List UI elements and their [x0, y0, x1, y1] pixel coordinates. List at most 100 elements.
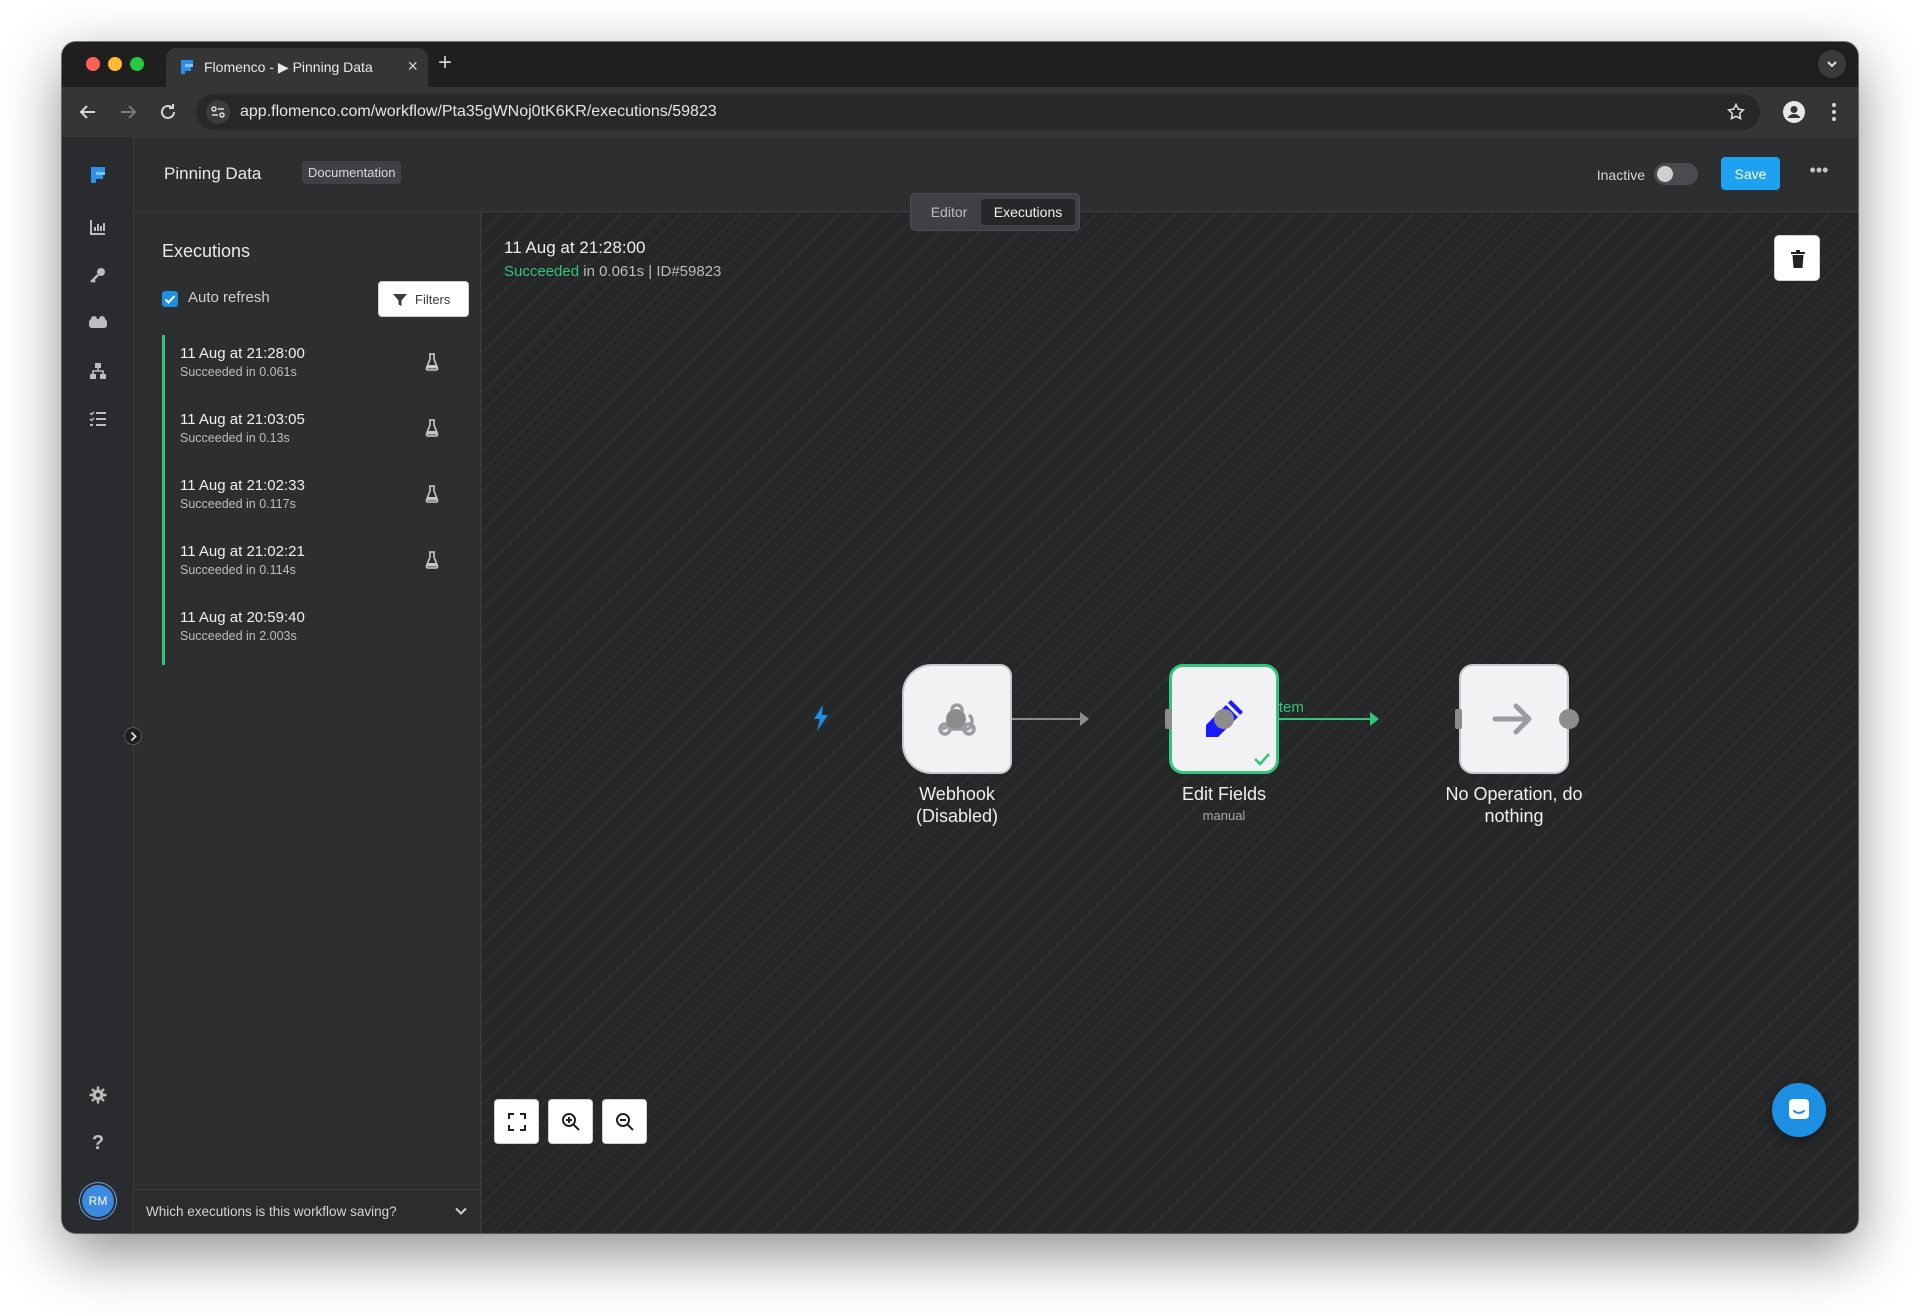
nodes-icon[interactable] [86, 359, 110, 383]
check-icon [164, 295, 176, 304]
connection-arrow [1080, 712, 1089, 726]
more-options-icon[interactable]: ••• [1808, 161, 1830, 183]
auto-refresh-checkbox[interactable] [162, 291, 178, 307]
execution-list-item[interactable]: 11 Aug at 20:59:40 Succeeded in 2.003s [165, 599, 461, 665]
node-label: Webhook [919, 784, 995, 804]
execution-list-item[interactable]: 11 Aug at 21:02:21 Succeeded in 0.114s [165, 533, 461, 599]
execution-status: Succeeded in 0.117s [180, 497, 296, 511]
reload-icon[interactable] [156, 100, 180, 124]
execution-status-text: Succeeded [504, 263, 580, 280]
tab-editor[interactable]: Editor [919, 199, 979, 225]
executions-panel: Executions Auto refresh Filters 11 Aug a… [134, 213, 481, 1233]
tab-strip: Flomenco - ▶ Pinning Data × + [62, 42, 1858, 87]
toggle-knob [1657, 166, 1673, 182]
zoom-in-button[interactable] [548, 1099, 593, 1144]
main-sidebar: ? RM [62, 137, 134, 1233]
tab-title: Flomenco - ▶ Pinning Data [204, 59, 373, 75]
node-subtitle: manual [1202, 808, 1246, 823]
tab-executions[interactable]: Executions [981, 199, 1075, 225]
node-input-port[interactable] [1455, 709, 1462, 729]
flask-icon[interactable] [425, 419, 439, 437]
chart-icon[interactable] [86, 215, 110, 239]
node-no-operation[interactable] [1459, 664, 1569, 774]
chevron-down-icon [455, 1207, 467, 1215]
key-icon[interactable] [86, 263, 110, 287]
workflow-tag[interactable]: Documentation [302, 161, 402, 184]
auto-refresh-label[interactable]: Auto refresh [188, 289, 270, 306]
forward-arrow-icon[interactable] [116, 100, 140, 124]
node-output-port[interactable] [946, 709, 966, 729]
node-label: No Operation, do [1445, 784, 1583, 804]
execution-time: 11 Aug at 21:02:33 [180, 477, 305, 494]
address-bar[interactable]: app.flomenco.com/workflow/Pta35gWNoj0tK6… [196, 94, 1760, 130]
node-output-port[interactable] [1214, 709, 1234, 729]
community-icon[interactable] [86, 311, 110, 335]
back-arrow-icon[interactable] [76, 100, 100, 124]
node-label: Edit Fields [1181, 784, 1267, 804]
execution-time: 11 Aug at 20:59:40 [180, 609, 305, 626]
chevron-down-icon [1827, 61, 1837, 68]
active-status-label: Inactive [1596, 167, 1645, 183]
logo-icon[interactable] [86, 163, 110, 187]
maximize-window-button[interactable] [130, 57, 144, 71]
filters-label: Filters [415, 292, 451, 307]
zoom-in-icon [562, 1113, 580, 1131]
execution-time: 11 Aug at 21:28:00 [180, 345, 305, 362]
bookmark-star-icon[interactable] [1726, 102, 1746, 122]
success-check-icon [1254, 753, 1270, 766]
node-label: nothing [1484, 806, 1544, 826]
active-toggle[interactable] [1654, 163, 1698, 185]
execution-list-item[interactable]: 11 Aug at 21:28:00 Succeeded in 0.061s [165, 335, 461, 401]
node-input-port[interactable] [1165, 709, 1172, 729]
execution-detail-text: in 0.061s | ID#59823 [579, 263, 722, 280]
execution-list-item[interactable]: 11 Aug at 21:02:33 Succeeded in 0.117s [165, 467, 461, 533]
execution-title: 11 Aug at 21:28:00 [504, 238, 646, 257]
browser-menu-icon[interactable] [1826, 100, 1842, 124]
minimize-window-button[interactable] [108, 57, 122, 71]
chat-support-button[interactable] [1772, 1083, 1826, 1137]
save-button[interactable]: Save [1721, 157, 1780, 190]
execution-status: Succeeded in 0.061s [180, 365, 297, 379]
new-tab-button[interactable]: + [438, 49, 452, 77]
arrow-right-icon [1492, 703, 1532, 735]
execution-summary: Succeeded in 0.061s | ID#59823 [504, 263, 721, 280]
flask-icon[interactable] [425, 551, 439, 569]
fit-view-button[interactable] [494, 1099, 539, 1144]
flask-icon[interactable] [425, 485, 439, 503]
gear-icon[interactable] [86, 1083, 110, 1107]
profile-icon[interactable] [1782, 100, 1806, 124]
execution-list-item[interactable]: 11 Aug at 21:03:05 Succeeded in 0.13s [165, 401, 461, 467]
help-icon[interactable]: ? [86, 1131, 110, 1155]
saving-settings-accordion[interactable]: Which executions is this workflow saving… [134, 1189, 480, 1233]
fullscreen-icon [508, 1113, 526, 1131]
workflow-name[interactable]: Pinning Data [164, 164, 261, 184]
chat-icon [1789, 1099, 1809, 1119]
flask-icon[interactable] [425, 353, 439, 371]
tab-search-button[interactable] [1818, 50, 1846, 78]
saving-settings-question: Which executions is this workflow saving… [146, 1204, 397, 1219]
delete-execution-button[interactable] [1774, 235, 1820, 281]
view-switcher: Editor Executions [910, 193, 1080, 231]
browser-toolbar: app.flomenco.com/workflow/Pta35gWNoj0tK6… [62, 87, 1858, 137]
browser-window: Flomenco - ▶ Pinning Data × + app.flomen… [62, 42, 1858, 1233]
workflow-canvas[interactable]: 11 Aug at 21:28:00 Succeeded in 0.061s |… [482, 213, 1858, 1233]
zoom-out-button[interactable] [602, 1099, 647, 1144]
execution-status: Succeeded in 0.13s [180, 431, 290, 445]
flomenco-favicon-icon [181, 60, 193, 74]
close-window-button[interactable] [86, 57, 100, 71]
tab-close-icon[interactable]: × [407, 56, 418, 76]
trash-icon [1791, 250, 1805, 268]
site-settings-icon[interactable] [206, 100, 230, 124]
node-output-port[interactable] [1559, 709, 1579, 729]
executions-title: Executions [162, 241, 251, 261]
filter-icon [393, 294, 407, 306]
list-icon[interactable] [86, 407, 110, 431]
filters-button[interactable]: Filters [378, 281, 469, 317]
execution-status: Succeeded in 0.114s [180, 563, 296, 577]
execution-status: Succeeded in 2.003s [180, 629, 297, 643]
avatar[interactable]: RM [82, 1185, 114, 1217]
trigger-bolt-icon [814, 705, 828, 731]
collapse-sidebar-button[interactable] [124, 727, 142, 745]
browser-tab[interactable]: Flomenco - ▶ Pinning Data × [166, 48, 428, 87]
app-root: ? RM Pinning Data Documentation Inactive… [62, 137, 1858, 1233]
